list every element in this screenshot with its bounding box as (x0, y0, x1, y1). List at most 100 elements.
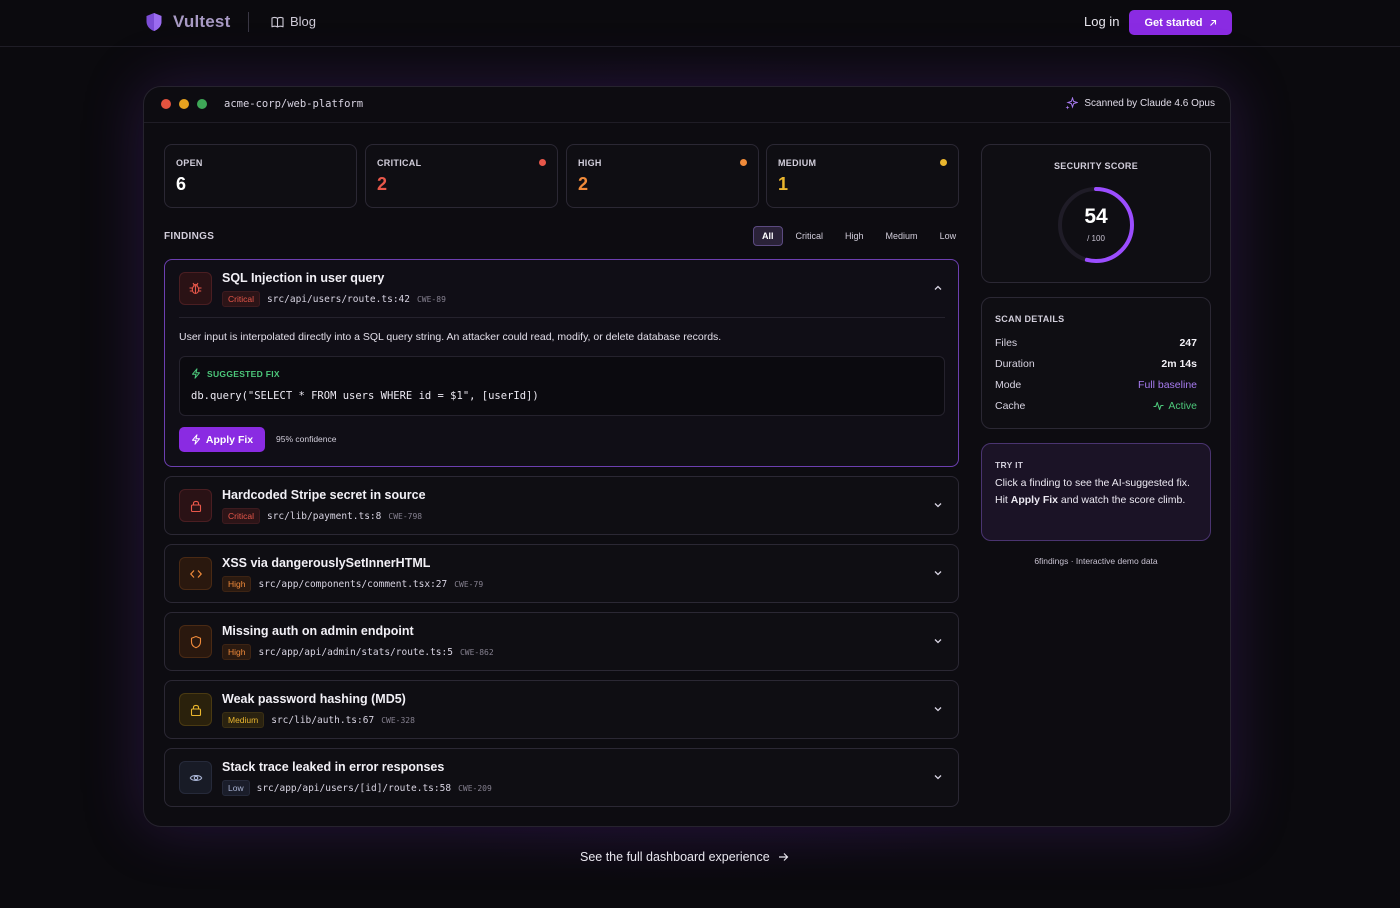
apply-fix-button[interactable]: Apply Fix (179, 427, 265, 452)
stat-critical[interactable]: CRITICAL 2 (365, 144, 558, 208)
filter-critical[interactable]: Critical (787, 226, 833, 246)
finding-card-stripe-secret[interactable]: Hardcoded Stripe secret in source Critic… (164, 476, 959, 535)
finding-icon-box (179, 693, 212, 726)
book-icon (271, 16, 284, 28)
finding-title: Stack trace leaked in error responses (222, 760, 445, 774)
detail-value: 2m 14s (1161, 358, 1197, 370)
finding-cwe: CWE-89 (416, 294, 446, 304)
filter-medium[interactable]: Medium (877, 226, 927, 246)
finding-meta: Critical src/api/users/route.ts:42 CWE-8… (222, 291, 446, 307)
finding-card-xss[interactable]: XSS via dangerouslySetInnerHTML High src… (164, 544, 959, 603)
finding-meta: Low src/app/api/users/[id]/route.ts:58 C… (222, 780, 492, 796)
sparkle-icon (1065, 97, 1079, 110)
detail-value-link[interactable]: Full baseline (1138, 379, 1197, 391)
finding-path: src/api/users/route.ts:42 (266, 293, 410, 305)
detail-key: Files (995, 337, 1018, 349)
brand-link[interactable]: Vultest (145, 12, 230, 32)
lightning-icon (192, 368, 200, 379)
finding-cwe: CWE-798 (388, 511, 423, 521)
finding-card-missing-auth[interactable]: Missing auth on admin endpoint High src/… (164, 612, 959, 671)
finding-icon-box (179, 489, 212, 522)
try-it-text-bold: Apply Fix (1010, 494, 1059, 506)
finding-title: XSS via dangerouslySetInnerHTML (222, 556, 431, 570)
finding-cwe: CWE-79 (454, 579, 484, 589)
lock-icon (190, 500, 201, 512)
arrow-up-right-icon (1209, 19, 1216, 26)
detail-key: Cache (995, 400, 1026, 412)
code-icon (189, 569, 202, 578)
finding-path: src/lib/payment.ts:8 (266, 510, 382, 522)
stat-label: OPEN (176, 158, 203, 168)
stat-open[interactable]: OPEN 6 (164, 144, 357, 208)
finding-icon-box (179, 557, 212, 590)
finding-path: src/lib/auth.ts:67 (271, 714, 375, 726)
scan-detail-files: Files 247 (995, 337, 1197, 349)
chevron-down-icon[interactable] (932, 499, 944, 511)
cache-status: Active (1168, 400, 1197, 412)
try-it-text: Click a finding to see the AI-suggested … (995, 475, 1200, 509)
stat-high[interactable]: HIGH 2 (566, 144, 759, 208)
see-full-dashboard-link[interactable]: See the full dashboard experience (580, 850, 789, 864)
detail-value: 247 (1179, 337, 1197, 349)
see-full-label: See the full dashboard experience (580, 850, 770, 864)
severity-badge: Low (222, 780, 250, 796)
stat-value: 2 (377, 174, 388, 194)
login-link[interactable]: Log in (1084, 14, 1119, 29)
finding-card-sql-injection[interactable]: SQL Injection in user query Critical src… (164, 259, 959, 467)
scan-detail-duration: Duration 2m 14s (995, 358, 1197, 370)
suggested-fix-box: SUGGESTED FIX db.query("SELECT * FROM us… (179, 356, 945, 416)
chevron-down-icon[interactable] (932, 635, 944, 647)
stat-value: 6 (176, 174, 187, 194)
scan-detail-cache: Cache Active (995, 400, 1197, 412)
suggested-fix-label: SUGGESTED FIX (191, 368, 280, 379)
suggested-fix-code: db.query("SELECT * FROM users WHERE id =… (191, 390, 539, 402)
finding-cwe: CWE-209 (458, 783, 492, 793)
bug-icon (189, 282, 202, 295)
try-it-title: TRY IT (995, 460, 1024, 470)
critical-dot (539, 159, 546, 166)
stat-label: HIGH (578, 158, 602, 168)
stat-value: 1 (778, 174, 789, 194)
activity-icon (1153, 401, 1164, 411)
finding-card-stack-trace[interactable]: Stack trace leaked in error responses Lo… (164, 748, 959, 807)
get-started-label: Get started (1144, 16, 1203, 29)
stat-medium[interactable]: MEDIUM 1 (766, 144, 959, 208)
window-maximize-dot (197, 99, 207, 109)
security-score-value: 54 (1084, 205, 1108, 228)
stat-label: MEDIUM (778, 158, 817, 168)
finding-icon-box (179, 272, 212, 305)
scan-details-title: SCAN DETAILS (995, 314, 1065, 324)
finding-meta: Medium src/lib/auth.ts:67 CWE-328 (222, 712, 415, 728)
scan-details-panel: SCAN DETAILS Files 247 Duration 2m 14s M… (981, 297, 1211, 429)
scanned-by-label: Scanned by Claude 4.6 Opus (1084, 98, 1215, 109)
chevron-down-icon[interactable] (932, 771, 944, 783)
chevron-down-icon[interactable] (932, 703, 944, 715)
finding-title: Weak password hashing (MD5) (222, 692, 406, 706)
severity-filters: All Critical High Medium Low (753, 226, 965, 246)
stat-value: 2 (578, 174, 589, 194)
blog-link[interactable]: Blog (271, 14, 316, 29)
finding-path: src/app/components/comment.tsx:27 (258, 578, 448, 590)
finding-description: User input is interpolated directly into… (179, 331, 722, 343)
nav-divider (248, 12, 249, 32)
blog-label: Blog (290, 14, 317, 29)
finding-title: SQL Injection in user query (222, 271, 385, 285)
chevron-down-icon[interactable] (932, 567, 944, 579)
finding-title: Hardcoded Stripe secret in source (222, 488, 426, 502)
finding-icon-box (179, 625, 212, 658)
filter-high[interactable]: High (836, 226, 873, 246)
finding-cwe: CWE-862 (459, 647, 494, 657)
security-score-panel: SECURITY SCORE 54 / 100 (981, 144, 1211, 283)
finding-card-weak-hashing[interactable]: Weak password hashing (MD5) Medium src/l… (164, 680, 959, 739)
filter-low[interactable]: Low (931, 226, 966, 246)
filter-all[interactable]: All (753, 226, 783, 246)
finding-meta: Critical src/lib/payment.ts:8 CWE-798 (222, 508, 422, 524)
chevron-up-icon[interactable] (932, 282, 944, 294)
get-started-button[interactable]: Get started (1129, 10, 1232, 35)
severity-badge: High (222, 576, 252, 592)
top-nav: Vultest Blog Log in Get started (0, 0, 1400, 47)
scanned-by: Scanned by Claude 4.6 Opus (1065, 97, 1215, 110)
shield-logo-icon (146, 13, 162, 31)
scan-detail-mode: Mode Full baseline (995, 379, 1197, 391)
stat-label: CRITICAL (377, 158, 422, 168)
